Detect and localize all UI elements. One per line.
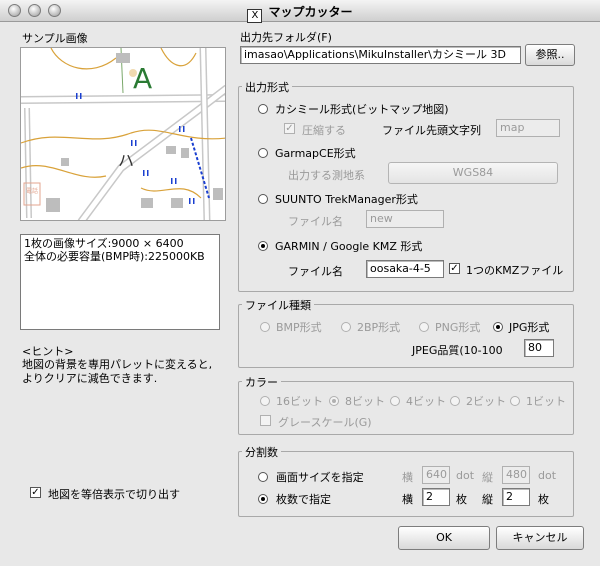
count-v-label: 縦 (482, 493, 493, 506)
file-prefix-label: ファイル先頭文字列 (382, 124, 481, 137)
datum-label: 出力する測地系 (288, 169, 365, 182)
8bit-label: 8ビット (345, 395, 385, 408)
screen-v-input[interactable]: 480 (502, 466, 530, 484)
screen-v-label: 縦 (482, 471, 493, 484)
radio-jpg[interactable] (493, 322, 503, 332)
radio-split-by-screen-size[interactable] (258, 472, 268, 482)
cancel-button[interactable]: キャンセル (496, 526, 584, 550)
browse-button[interactable]: 参照.. (525, 44, 575, 66)
map-cutter-window: X マップカッター サンプル画像 電話 A ハ 1枚の画像サイズ:9000 × … (0, 0, 600, 566)
garmin-filename-label: ファイル名 (288, 265, 343, 278)
radio-2bit[interactable] (450, 396, 460, 406)
info-line-image-size: 1枚の画像サイズ:9000 × 6400 (24, 237, 184, 250)
single-kmz-label: 1つのKMZファイル (466, 264, 564, 277)
output-folder-label: 出力先フォルダ(F) (240, 31, 332, 44)
screen-v-unit: dot (538, 469, 557, 482)
map-stamp-label: 電話 (26, 187, 38, 195)
window-title-wrap: X マップカッター (0, 3, 600, 23)
file-type-group (238, 304, 574, 368)
16bit-label: 16ビット (276, 395, 323, 408)
split-by-screen-size-label: 画面サイズを指定 (276, 471, 364, 484)
output-format-legend: 出力形式 (242, 79, 292, 95)
suunto-filename-input[interactable]: new (366, 210, 444, 228)
hint-line-2: よりクリアに減色できます. (22, 372, 158, 385)
file-type-legend: ファイル種類 (242, 297, 314, 313)
radio-split-by-count[interactable] (258, 494, 268, 504)
radio-2bp[interactable] (341, 322, 351, 332)
compress-checkbox[interactable]: ✓ (284, 123, 295, 134)
garmin-kmz-format-label: GARMIN / Google KMZ 形式 (275, 240, 423, 253)
radio-8bit[interactable] (329, 396, 339, 406)
count-h-input[interactable]: 2 (422, 488, 450, 506)
count-h-label: 横 (402, 493, 413, 506)
jpeg-quality-input[interactable]: 80 (524, 339, 554, 357)
screen-h-unit: dot (456, 469, 475, 482)
image-size-info-box: 1枚の画像サイズ:9000 × 6400 全体の必要容量(BMP時):22500… (20, 234, 220, 330)
datum-button[interactable]: WGS84 (388, 162, 558, 184)
bmp-label: BMP形式 (276, 321, 322, 334)
radio-garmin-kmz-format[interactable] (258, 241, 268, 251)
compress-label: 圧縮する (302, 124, 346, 137)
color-legend: カラー (242, 374, 281, 390)
4bit-label: 4ビット (406, 395, 446, 408)
map-letter-ha: ハ (118, 151, 134, 170)
radio-png[interactable] (419, 322, 429, 332)
window-title: マップカッター (268, 5, 353, 19)
info-line-total-size: 全体の必要容量(BMP時):225000KB (24, 250, 205, 263)
kashmir-format-label: カシミール形式(ビットマップ地図) (275, 103, 449, 116)
garmin-filename-input[interactable]: oosaka-4-5 (366, 260, 444, 278)
1bit-label: 1ビット (526, 395, 566, 408)
fixed-scale-checkbox[interactable]: ✓ (30, 487, 41, 498)
radio-garmapce-format[interactable] (258, 148, 268, 158)
2bit-label: 2ビット (466, 395, 506, 408)
split-legend: 分割数 (242, 444, 281, 460)
jpeg-quality-label: JPEG品質(10-100 (412, 344, 503, 357)
ok-button[interactable]: OK (398, 526, 490, 550)
screen-h-input[interactable]: 640 (422, 466, 450, 484)
grayscale-checkbox[interactable] (260, 415, 271, 426)
radio-suunto-format[interactable] (258, 194, 268, 204)
count-v-unit: 枚 (538, 493, 549, 506)
radio-4bit[interactable] (390, 396, 400, 406)
grayscale-label: グレースケール(G) (278, 416, 372, 429)
count-h-unit: 枚 (456, 493, 467, 506)
file-prefix-input[interactable]: map (496, 119, 560, 137)
split-by-count-label: 枚数で指定 (276, 493, 331, 506)
radio-kashmir-format[interactable] (258, 104, 268, 114)
sample-image-label: サンプル画像 (22, 32, 88, 45)
count-v-input[interactable]: 2 (502, 488, 530, 506)
x11-logo-icon: X (247, 9, 263, 23)
title-bar: X マップカッター (0, 0, 600, 23)
single-kmz-checkbox[interactable]: ✓ (449, 263, 460, 274)
output-folder-input[interactable]: imasao\Applications\MikuInstaller\カシミール … (240, 46, 521, 64)
suunto-filename-label: ファイル名 (288, 215, 343, 228)
radio-bmp[interactable] (260, 322, 270, 332)
jpg-label: JPG形式 (509, 321, 550, 334)
radio-16bit[interactable] (260, 396, 270, 406)
fixed-scale-label: 地図を等倍表示で切り出す (48, 488, 180, 501)
map-letter-a: A (133, 62, 152, 95)
garmapce-format-label: GarmapCE形式 (275, 147, 356, 160)
suunto-format-label: SUUNTO TrekManager形式 (275, 193, 418, 206)
sample-map-preview: 電話 A ハ (20, 47, 226, 221)
radio-1bit[interactable] (510, 396, 520, 406)
2bp-label: 2BP形式 (357, 321, 401, 334)
png-label: PNG形式 (435, 321, 481, 334)
screen-h-label: 横 (402, 471, 413, 484)
map-graphic: 電話 A ハ (21, 48, 225, 220)
